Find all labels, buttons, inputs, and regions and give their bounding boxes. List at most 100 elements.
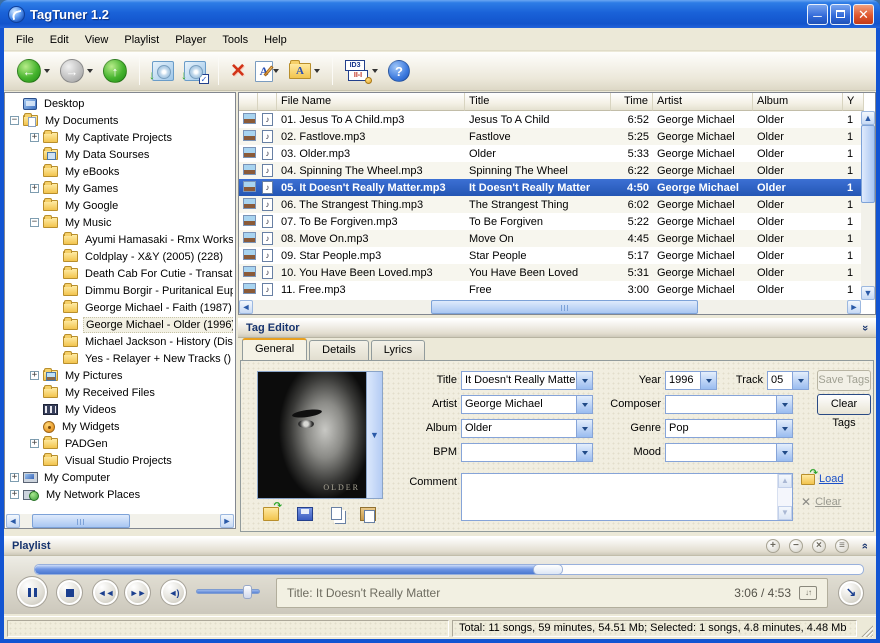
tab-details[interactable]: Details bbox=[309, 340, 369, 360]
up-button[interactable]: ↑ bbox=[101, 55, 129, 87]
resize-grip[interactable] bbox=[860, 624, 873, 637]
list-vscroll-thumb[interactable] bbox=[861, 125, 875, 203]
table-row[interactable]: ♪06. The Strangest Thing.mp3The Stranges… bbox=[239, 196, 861, 213]
comment-input[interactable]: ▲ ▼ bbox=[461, 473, 793, 521]
tree-item-george-michael-faith-1987[interactable]: George Michael - Faith (1987) ( bbox=[7, 299, 233, 316]
menu-item-playlist[interactable]: Playlist bbox=[116, 32, 167, 48]
tree-item-desktop[interactable]: Desktop bbox=[7, 95, 233, 112]
expand-plus-icon[interactable]: + bbox=[30, 133, 39, 142]
tree-item-my-google[interactable]: My Google bbox=[7, 197, 233, 214]
remove-track-button[interactable]: − bbox=[789, 539, 803, 553]
collapse-minus-icon[interactable]: − bbox=[30, 218, 39, 227]
combo-arrow-icon[interactable] bbox=[776, 444, 792, 461]
rename-dropdown-icon[interactable] bbox=[273, 69, 279, 73]
volume-thumb[interactable] bbox=[243, 585, 252, 599]
tree-item-my-captivate-projects[interactable]: +My Captivate Projects bbox=[7, 129, 233, 146]
forward-dropdown-icon[interactable] bbox=[87, 69, 93, 73]
id3-dropdown-icon[interactable] bbox=[372, 69, 378, 73]
menu-item-file[interactable]: File bbox=[8, 32, 42, 48]
column-header-icon-0[interactable] bbox=[239, 93, 258, 111]
load-art-button[interactable] bbox=[263, 507, 279, 521]
composer-combo[interactable] bbox=[665, 395, 793, 414]
year-combo[interactable]: 1996 bbox=[665, 371, 717, 390]
save-all-tags-toolbar-button[interactable]: ↓✓ bbox=[182, 55, 208, 87]
tree-scroll-track[interactable] bbox=[20, 514, 220, 528]
tree-item-ayumi-hamasaki-rmx-works-f[interactable]: Ayumi Hamasaki - Rmx Works F bbox=[7, 231, 233, 248]
table-row[interactable]: ♪03. Older.mp3Older5:33George MichaelOld… bbox=[239, 145, 861, 162]
column-header-album[interactable]: Album bbox=[753, 93, 843, 111]
pause-button[interactable] bbox=[16, 576, 48, 608]
clear-playlist-button[interactable]: × bbox=[812, 539, 826, 553]
delete-button[interactable]: × bbox=[229, 55, 247, 87]
tree-item-death-cab-for-cutie-transatla[interactable]: Death Cab For Cutie - Transatla bbox=[7, 265, 233, 282]
menu-item-tools[interactable]: Tools bbox=[214, 32, 256, 48]
table-row[interactable]: ♪07. To Be Forgiven.mp3To Be Forgiven5:2… bbox=[239, 213, 861, 230]
combo-arrow-icon[interactable] bbox=[576, 420, 592, 437]
tree-item-my-music[interactable]: −My Music bbox=[7, 214, 233, 231]
expand-plus-icon[interactable]: + bbox=[30, 184, 39, 193]
tree-item-my-pictures[interactable]: +My Pictures bbox=[7, 367, 233, 384]
combo-arrow-icon[interactable] bbox=[576, 396, 592, 413]
tree-scroll-thumb[interactable] bbox=[32, 514, 130, 528]
forward-button[interactable]: → bbox=[58, 55, 95, 87]
table-row[interactable]: ♪08. Move On.mp3Move On4:45George Michae… bbox=[239, 230, 861, 247]
tree-item-my-videos[interactable]: My Videos bbox=[7, 401, 233, 418]
artist-combo[interactable]: George Michael bbox=[461, 395, 593, 414]
table-row[interactable]: ♪04. Spinning The Wheel.mp3Spinning The … bbox=[239, 162, 861, 179]
collapse-tag-editor-icon[interactable]: » bbox=[859, 325, 871, 331]
rewind-button[interactable]: ◄◄ bbox=[92, 579, 119, 606]
bpm-combo[interactable] bbox=[461, 443, 593, 462]
paste-art-button[interactable] bbox=[360, 507, 376, 521]
tree-item-michael-jackson-history-disc[interactable]: Michael Jackson - History (Disc bbox=[7, 333, 233, 350]
list-vertical-scrollbar[interactable]: ▲ ▼ bbox=[861, 111, 875, 300]
column-header-artist[interactable]: Artist bbox=[653, 93, 753, 111]
save-tags-button[interactable]: Save Tags bbox=[817, 370, 871, 391]
track-combo[interactable]: 05 bbox=[767, 371, 809, 390]
tree-item-visual-studio-projects[interactable]: Visual Studio Projects bbox=[7, 452, 233, 469]
comment-scrollbar[interactable]: ▲ ▼ bbox=[777, 474, 792, 520]
album-combo[interactable]: Older bbox=[461, 419, 593, 438]
clear-tags-button[interactable]: Clear Tags bbox=[817, 394, 871, 415]
menu-item-view[interactable]: View bbox=[77, 32, 117, 48]
minimize-button[interactable]: ─ bbox=[807, 4, 828, 25]
clear-link[interactable]: Clear bbox=[815, 496, 841, 508]
tree-item-my-documents[interactable]: −My Documents bbox=[7, 112, 233, 129]
list-vscroll-track[interactable] bbox=[861, 125, 875, 286]
column-header-y[interactable]: Y bbox=[843, 93, 864, 111]
scroll-down-icon[interactable]: ▼ bbox=[778, 506, 792, 520]
stop-button[interactable] bbox=[56, 579, 83, 606]
tree-item-my-received-files[interactable]: My Received Files bbox=[7, 384, 233, 401]
combo-arrow-icon[interactable] bbox=[576, 372, 592, 389]
title-combo[interactable]: It Doesn't Really Matter bbox=[461, 371, 593, 390]
expand-plus-icon[interactable]: + bbox=[10, 473, 19, 482]
back-dropdown-icon[interactable] bbox=[44, 69, 50, 73]
scroll-right-icon[interactable]: ► bbox=[220, 514, 234, 528]
combo-arrow-icon[interactable] bbox=[576, 444, 592, 461]
combo-arrow-icon[interactable] bbox=[792, 372, 808, 389]
copy-art-button[interactable] bbox=[331, 507, 342, 520]
scroll-right-icon[interactable]: ► bbox=[847, 300, 861, 314]
loop-icon[interactable]: ↓↑ bbox=[799, 586, 817, 600]
save-art-button[interactable] bbox=[297, 507, 313, 521]
tree-item-my-data-sourses[interactable]: My Data Sourses bbox=[7, 146, 233, 163]
menu-item-help[interactable]: Help bbox=[256, 32, 295, 48]
list-scroll-track[interactable] bbox=[253, 300, 847, 314]
tree-item-dimmu-borgir-puritanical-euph[interactable]: Dimmu Borgir - Puritanical Euph bbox=[7, 282, 233, 299]
rename-files-button[interactable]: A bbox=[253, 55, 281, 87]
combo-arrow-icon[interactable] bbox=[776, 420, 792, 437]
scroll-up-icon[interactable]: ▲ bbox=[861, 111, 875, 125]
volume-button[interactable]: ◄) bbox=[160, 579, 187, 606]
menu-item-edit[interactable]: Edit bbox=[42, 32, 77, 48]
menu-item-player[interactable]: Player bbox=[167, 32, 214, 48]
column-header-file-name[interactable]: File Name bbox=[277, 93, 465, 111]
combo-arrow-icon[interactable] bbox=[700, 372, 716, 389]
help-button[interactable]: ? bbox=[386, 55, 412, 87]
list-scroll-thumb[interactable] bbox=[431, 300, 698, 314]
add-track-button[interactable]: + bbox=[766, 539, 780, 553]
scroll-up-icon[interactable]: ▲ bbox=[778, 474, 792, 488]
collapse-minus-icon[interactable]: − bbox=[10, 116, 19, 125]
seek-bar[interactable] bbox=[34, 564, 864, 575]
scroll-left-icon[interactable]: ◄ bbox=[239, 300, 253, 314]
load-link[interactable]: Load bbox=[819, 473, 843, 485]
save-tags-toolbar-button[interactable]: ↓ bbox=[150, 55, 176, 87]
